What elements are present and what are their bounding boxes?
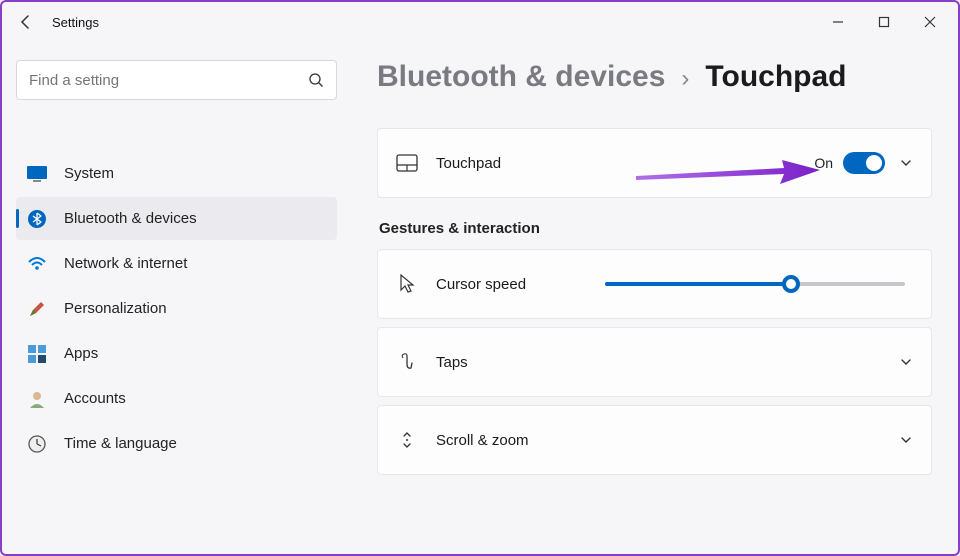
bluetooth-icon (24, 209, 50, 229)
maximize-icon (878, 16, 890, 28)
close-button[interactable] (918, 10, 942, 34)
toggle-knob (866, 155, 882, 171)
slider-fill (605, 282, 791, 286)
sidebar: System Bluetooth & devices Network & int… (2, 42, 347, 483)
chevron-down-icon (899, 355, 913, 369)
chevron-down-icon (899, 433, 913, 447)
accounts-icon (24, 389, 50, 409)
sidebar-item-label: System (64, 165, 114, 182)
apps-icon (24, 344, 50, 364)
main-content: Bluetooth & devices › Touchpad Touchpad … (347, 42, 958, 483)
system-icon (24, 164, 50, 184)
arrow-left-icon (18, 14, 34, 30)
touchpad-label: Touchpad (436, 155, 501, 172)
slider-thumb[interactable] (782, 275, 800, 293)
sidebar-item-label: Time & language (64, 435, 177, 452)
sidebar-item-label: Apps (64, 345, 98, 362)
sidebar-item-label: Bluetooth & devices (64, 210, 197, 227)
wifi-icon (24, 254, 50, 274)
back-button[interactable] (12, 8, 40, 36)
sidebar-item-time-language[interactable]: Time & language (16, 422, 337, 465)
sidebar-item-label: Personalization (64, 300, 167, 317)
touchpad-toggle[interactable] (843, 152, 885, 174)
maximize-button[interactable] (872, 10, 896, 34)
scroll-zoom-label: Scroll & zoom (436, 432, 529, 449)
minimize-icon (832, 16, 844, 28)
window-title: Settings (52, 15, 99, 30)
cursor-speed-slider[interactable] (605, 282, 905, 286)
sidebar-item-label: Network & internet (64, 255, 187, 272)
close-icon (924, 16, 936, 28)
sidebar-item-apps[interactable]: Apps (16, 332, 337, 375)
sidebar-item-bluetooth-devices[interactable]: Bluetooth & devices (16, 197, 337, 240)
cursor-speed-card: Cursor speed (377, 249, 932, 319)
scroll-zoom-card[interactable]: Scroll & zoom (377, 405, 932, 475)
sidebar-item-accounts[interactable]: Accounts (16, 377, 337, 420)
search-box[interactable] (16, 60, 337, 100)
section-heading-gestures: Gestures & interaction (379, 220, 932, 237)
chevron-down-icon (899, 156, 913, 170)
sidebar-item-personalization[interactable]: Personalization (16, 287, 337, 330)
breadcrumb-current: Touchpad (705, 60, 846, 94)
tap-icon (396, 351, 418, 373)
touchpad-card[interactable]: Touchpad On (377, 128, 932, 198)
taps-card[interactable]: Taps (377, 327, 932, 397)
search-input[interactable] (29, 72, 308, 89)
clock-icon (24, 434, 50, 454)
taps-label: Taps (436, 354, 468, 371)
sidebar-item-label: Accounts (64, 390, 126, 407)
breadcrumb-parent[interactable]: Bluetooth & devices (377, 60, 665, 94)
sidebar-nav: System Bluetooth & devices Network & int… (16, 152, 337, 465)
minimize-button[interactable] (826, 10, 850, 34)
window-controls (826, 10, 948, 34)
toggle-state-text: On (814, 155, 833, 171)
breadcrumb: Bluetooth & devices › Touchpad (377, 60, 932, 94)
cursor-icon (396, 273, 418, 295)
scroll-zoom-icon (396, 429, 418, 451)
chevron-right-icon: › (681, 65, 689, 93)
touchpad-icon (396, 152, 418, 174)
sidebar-item-system[interactable]: System (16, 152, 337, 195)
titlebar: Settings (2, 2, 958, 42)
cursor-speed-label: Cursor speed (436, 276, 526, 293)
search-icon (308, 72, 324, 88)
sidebar-item-network[interactable]: Network & internet (16, 242, 337, 285)
paintbrush-icon (24, 299, 50, 319)
